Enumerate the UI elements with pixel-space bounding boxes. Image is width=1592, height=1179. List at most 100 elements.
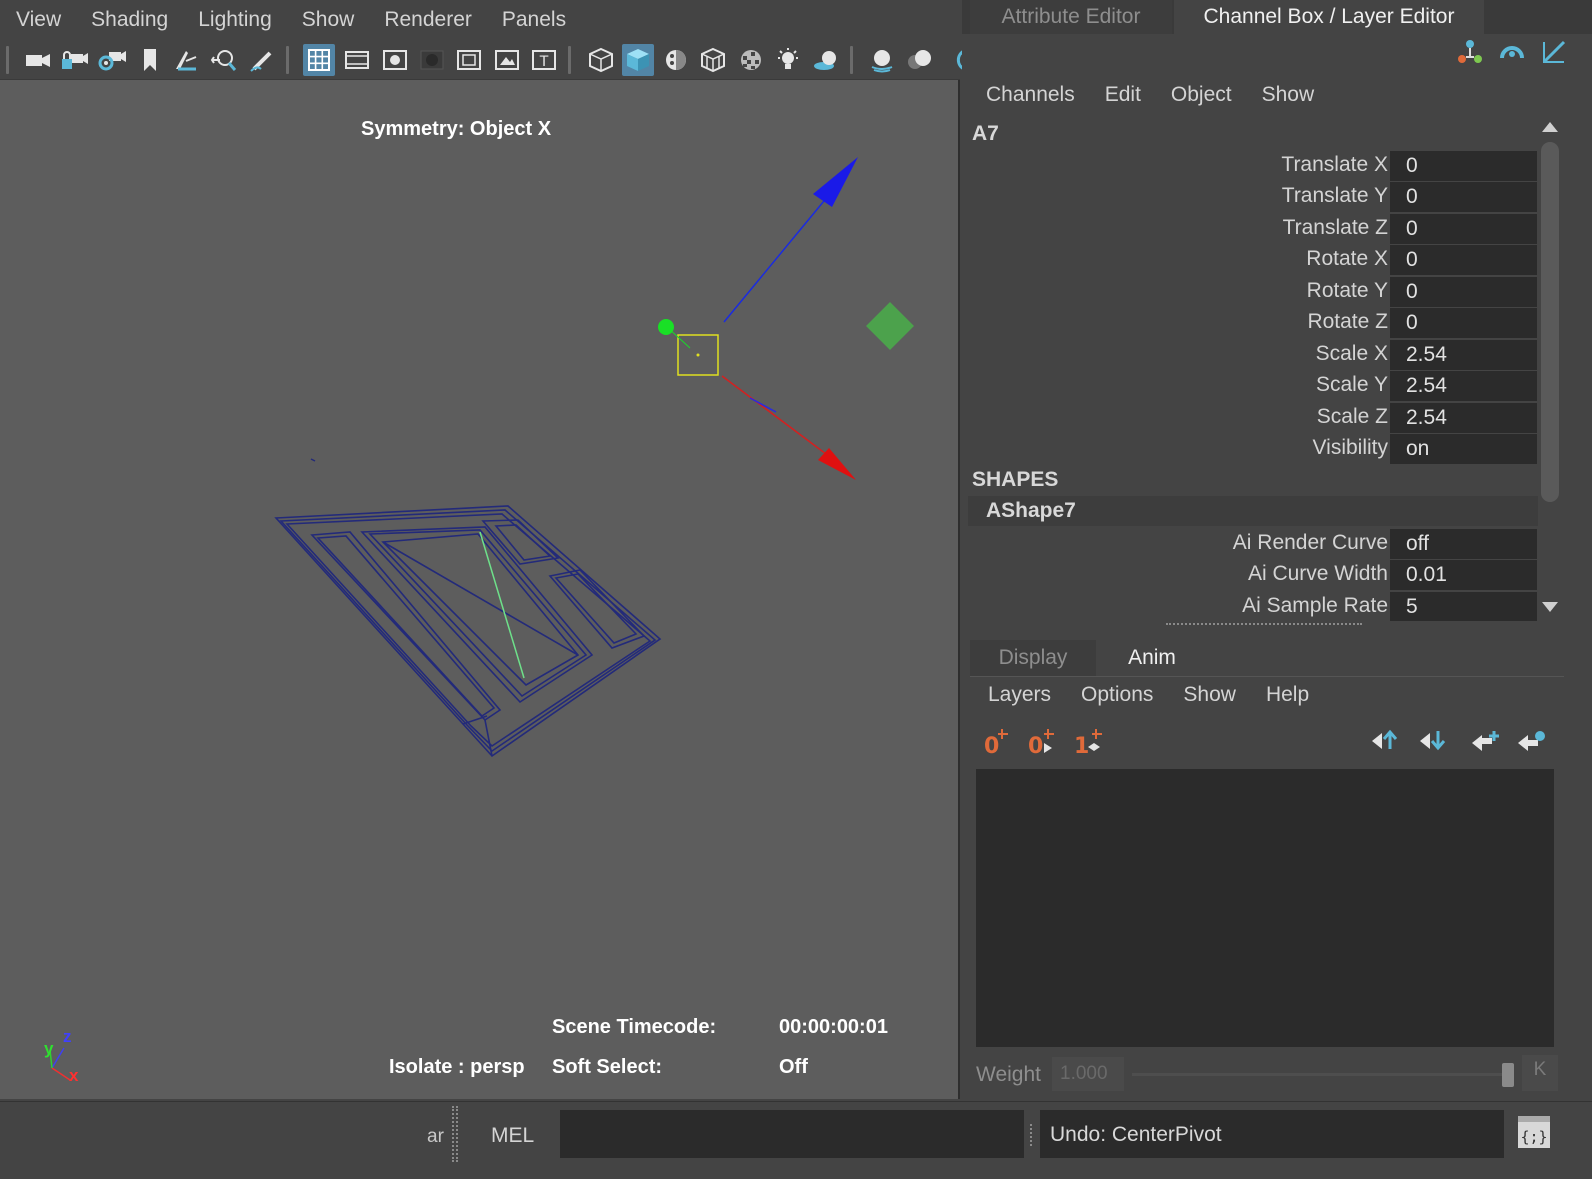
channel-row[interactable]: Translate Y0 [968,181,1538,212]
tab-attribute-editor[interactable]: Attribute Editor [970,0,1172,34]
channel-label[interactable]: Scale X [1316,342,1388,366]
weight-slider-handle[interactable] [1502,1063,1514,1087]
channel-row[interactable]: Scale X 2.54 [968,339,1538,370]
layer-list[interactable] [976,769,1554,1047]
bookmark-icon[interactable] [134,44,166,76]
channel-row[interactable]: Rotate Z0 [968,307,1538,338]
channel-value[interactable]: 0 [1390,214,1537,244]
menu-renderer[interactable]: Renderer [384,8,472,32]
grease-pencil-icon[interactable] [246,44,278,76]
channel-row[interactable]: Rotate Y0 [968,276,1538,307]
gate-mask-icon[interactable] [416,44,448,76]
channel-label[interactable]: Rotate Z [1307,310,1388,334]
camera-attributes-icon[interactable] [96,44,128,76]
wireframe-icon[interactable] [585,44,617,76]
textured-icon[interactable] [735,44,767,76]
channel-value[interactable]: 0 [1390,308,1537,338]
field-chart-icon[interactable] [453,44,485,76]
channel-row[interactable]: Rotate X0 [968,244,1538,275]
one-key-layer-icon[interactable]: 1 [1072,723,1112,764]
channel-label[interactable]: Ai Render Curve [1233,531,1388,555]
channel-label[interactable]: Visibility [1313,436,1388,460]
channel-label[interactable]: Rotate X [1306,247,1388,271]
panel-resize-handle[interactable] [1166,623,1362,625]
scroll-down-icon[interactable] [1542,602,1558,612]
menu-show[interactable]: Show [1183,683,1236,707]
tab-anim[interactable]: Anim [1100,640,1204,676]
shape-channel-row[interactable]: Ai Render Curve off [968,528,1538,559]
menu-channels[interactable]: Channels [986,83,1075,107]
channel-label[interactable]: Scale Y [1316,373,1388,397]
shadows-icon[interactable] [810,44,842,76]
motion-blur-icon[interactable] [904,44,936,76]
z-axis-cone-icon[interactable] [813,157,858,207]
menu-edit[interactable]: Edit [1105,83,1141,107]
shape-channel-row[interactable]: Ai Sample Rate 5 [968,591,1538,621]
channel-label[interactable]: Rotate Y [1307,279,1388,303]
channel-value[interactable]: 0.01 [1390,560,1537,590]
2d-pan-zoom-icon[interactable] [208,44,240,76]
scroll-up-icon[interactable] [1542,122,1558,132]
menu-object[interactable]: Object [1171,83,1232,107]
channel-row[interactable]: Scale Z 2.54 [968,402,1538,433]
select-camera-icon[interactable] [22,44,54,76]
channel-value[interactable]: on [1390,434,1537,464]
scene-canvas[interactable]: y z x [0,80,958,1099]
channel-row[interactable]: Scale Y 2.54 [968,370,1538,401]
menu-lighting[interactable]: Lighting [198,8,272,32]
shape-channel-row[interactable]: Ai Curve Width 0.01 [968,559,1538,590]
scroll-thumb[interactable] [1541,142,1559,502]
safe-title-icon[interactable]: T [528,44,560,76]
channel-row[interactable]: Visibility on [968,433,1538,464]
shape-name[interactable]: AShape7 [986,499,1076,523]
channel-box-scrollbar[interactable] [1538,116,1562,621]
zero-key-layer-icon[interactable]: 0 [982,723,1018,764]
new-layer-icon[interactable] [1470,727,1502,760]
screen-space-ao-icon[interactable] [866,44,898,76]
object-name[interactable]: A7 [972,122,999,146]
channel-value[interactable]: 0 [1390,277,1537,307]
menu-panels[interactable]: Panels [502,8,566,32]
menu-show[interactable]: Show [1262,83,1315,107]
channel-row[interactable]: Translate Z0 [968,213,1538,244]
channel-label[interactable]: Translate X [1281,153,1388,177]
menu-show[interactable]: Show [302,8,355,32]
move-layer-up-icon[interactable] [1370,727,1402,760]
channel-value[interactable]: off [1390,529,1537,559]
wireframe-on-shaded-icon[interactable] [697,44,729,76]
wireframe-model[interactable] [274,505,662,758]
channel-label[interactable]: Scale Z [1317,405,1388,429]
channel-label[interactable]: Translate Z [1283,216,1388,240]
channel-label[interactable]: Ai Curve Width [1248,562,1388,586]
menu-layers[interactable]: Layers [988,683,1051,707]
channel-value[interactable]: 2.54 [1390,371,1537,401]
channel-value[interactable]: 0 [1390,182,1537,212]
command-input[interactable] [560,1110,1024,1158]
move-layer-down-icon[interactable] [1418,727,1450,760]
menu-view[interactable]: View [16,8,61,32]
tab-channel-box-layer-editor[interactable]: Channel Box / Layer Editor [1174,0,1484,34]
y-axis-ball-icon[interactable] [658,319,674,335]
menu-shading[interactable]: Shading [91,8,168,32]
channel-row[interactable]: Translate X0 [968,150,1538,181]
z-axis-handle[interactable] [723,183,839,323]
move-manipulator[interactable] [658,157,914,480]
channel-label[interactable]: Ai Sample Rate [1242,594,1388,618]
viewport-scene[interactable]: y z x Symmetry: Object X Scene Timecode:… [0,80,958,1099]
resolution-gate-icon[interactable] [379,44,411,76]
script-language-toggle[interactable]: MEL [491,1124,534,1148]
channel-label[interactable]: Translate Y [1282,184,1388,208]
command-result-field[interactable]: Undo: CenterPivot [1040,1110,1504,1158]
viewport-panel[interactable]: View Shading Lighting Show Renderer Pane… [0,0,965,1099]
tab-display[interactable]: Display [970,640,1096,676]
channel-value[interactable]: 0 [1390,245,1537,275]
drag-handle[interactable] [452,1106,458,1162]
lock-camera-icon[interactable] [58,44,90,76]
key-weight-button[interactable]: K [1522,1055,1558,1091]
new-layer-selected-icon[interactable] [1516,727,1548,760]
grid-icon[interactable] [303,44,335,76]
film-gate-icon[interactable] [341,44,373,76]
manipulator-toggle-icon[interactable] [1456,38,1484,71]
menu-options[interactable]: Options [1081,683,1153,707]
shape-name-row[interactable]: AShape7 [968,496,1538,526]
